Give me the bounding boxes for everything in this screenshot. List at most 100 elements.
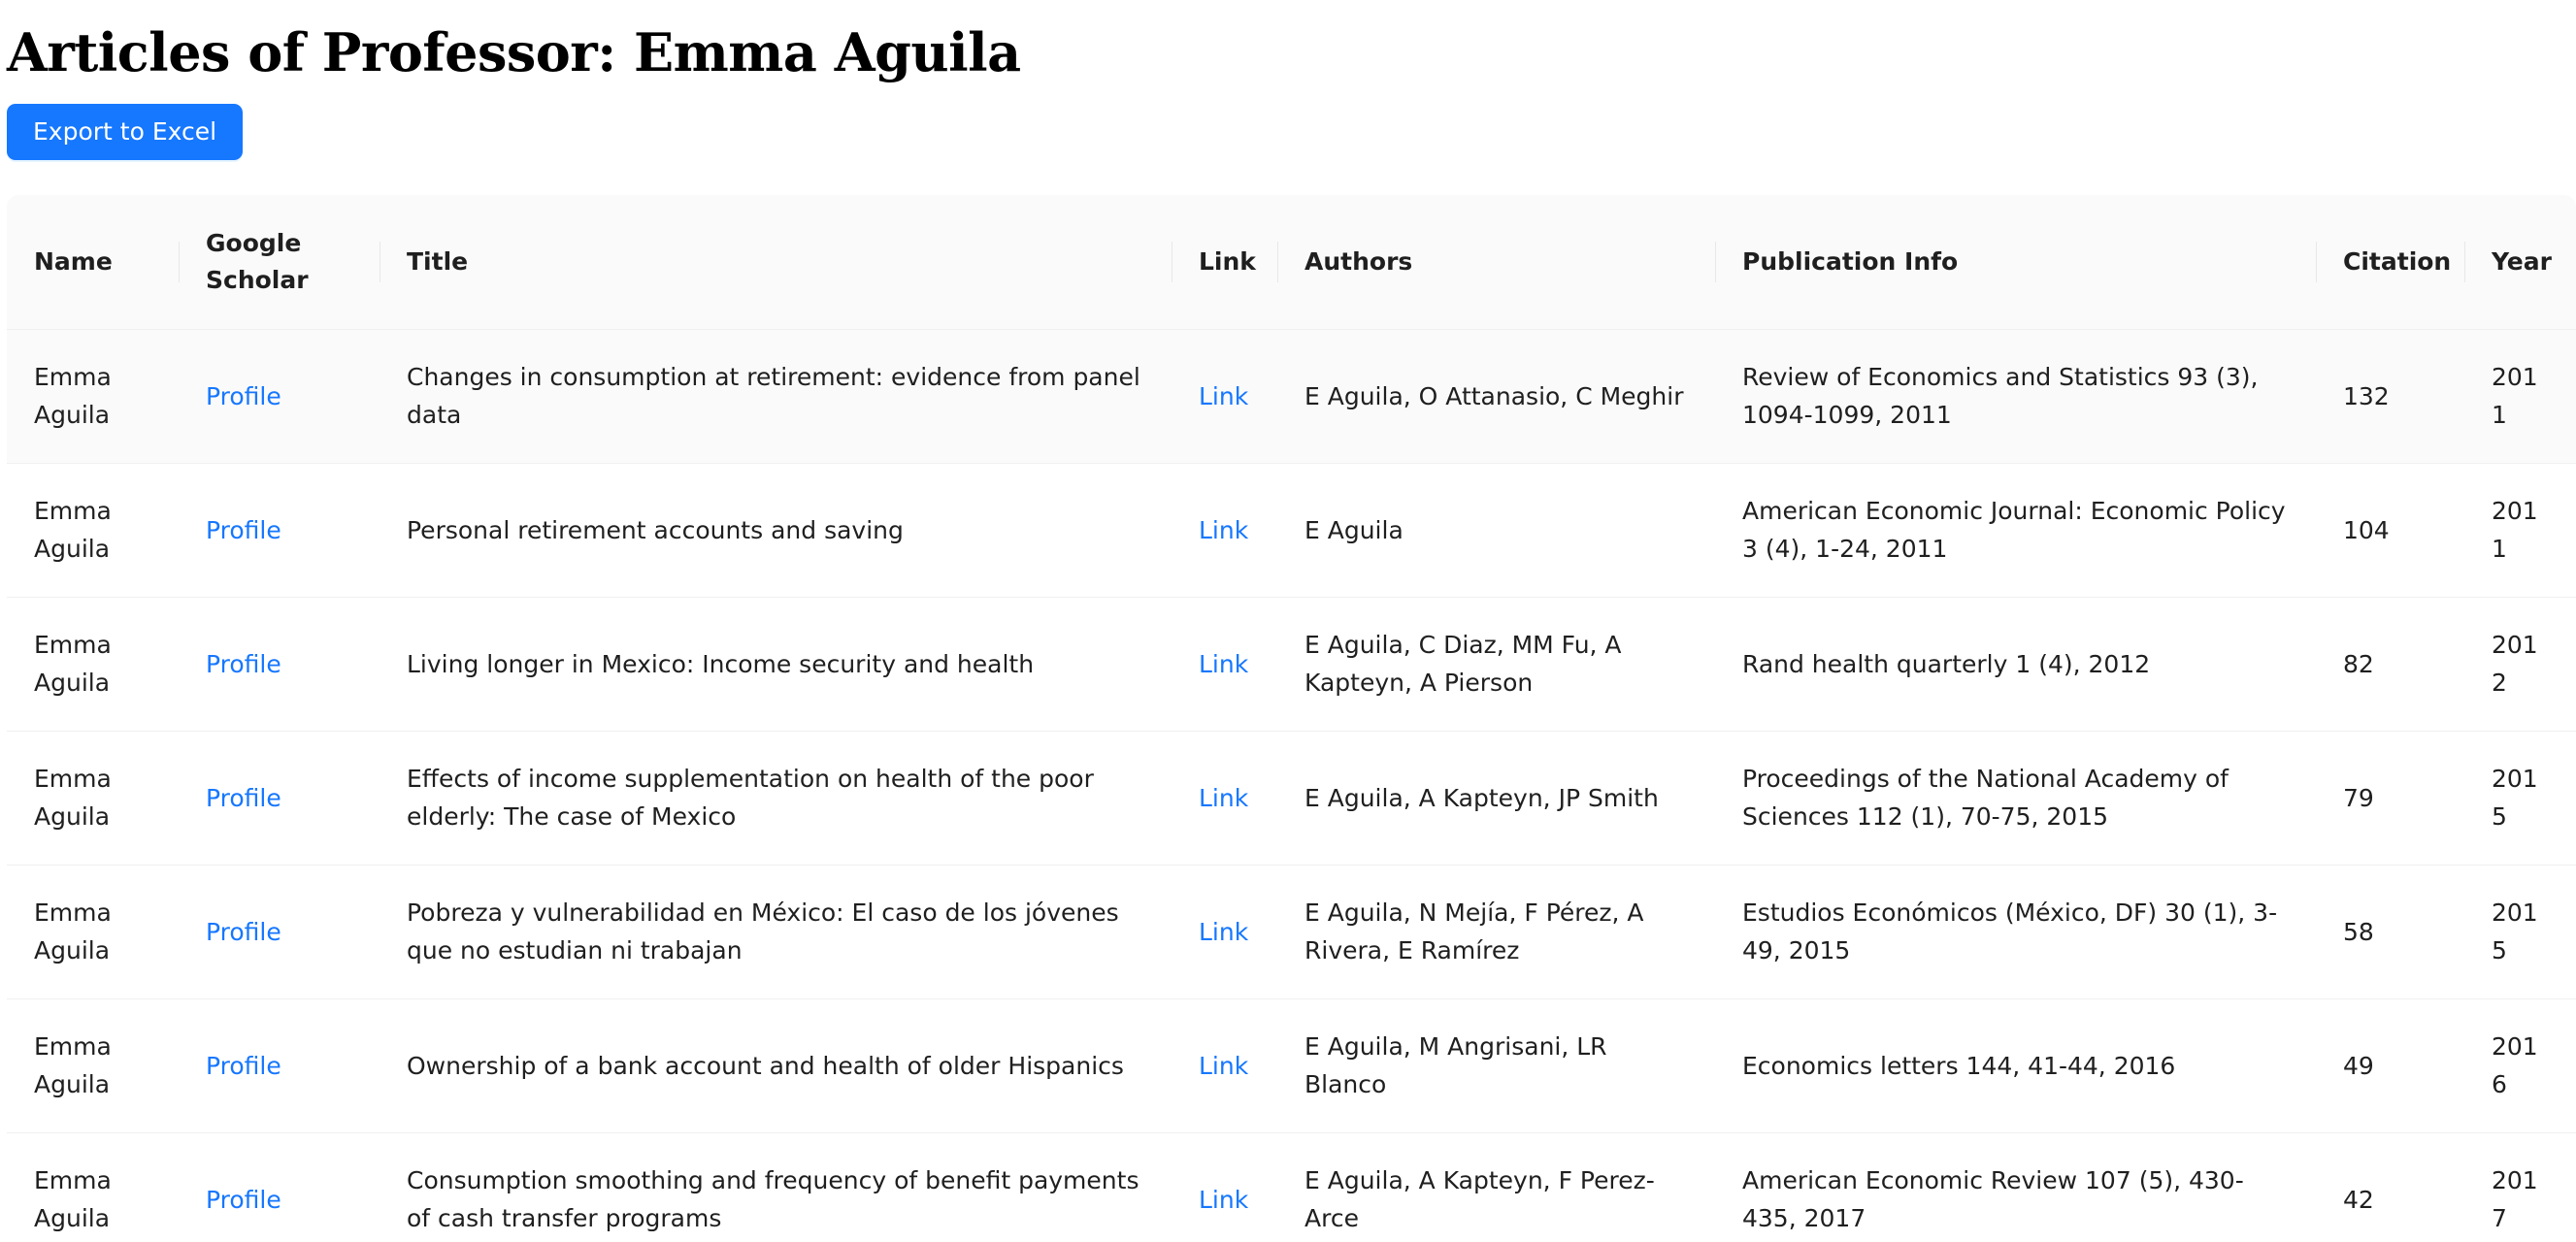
article-link[interactable]: Link [1199, 918, 1248, 946]
cell-publication-info: Estudios Económicos (México, DF) 30 (1),… [1742, 899, 2278, 964]
table-row: Emma Aguila Profile Effects of income supp… [7, 731, 2576, 866]
table-cell-name: Emma Aguila [7, 463, 179, 598]
cell-name: Emma Aguila [34, 631, 112, 697]
article-link[interactable]: Link [1199, 382, 1248, 410]
table-cell-pubinfo: Estudios Económicos (México, DF) 30 (1),… [1715, 865, 2316, 999]
cell-year: 2017 [2492, 1166, 2538, 1232]
table-row: Emma Aguila Profile Ownership of a bank ac… [7, 998, 2576, 1133]
cell-authors: E Aguila, O Attanasio, C Meghir [1305, 381, 1684, 410]
table-cell-title: Ownership of a bank account and health o… [380, 998, 1172, 1133]
table-cell-citation: 79 [2316, 731, 2464, 866]
table-cell-authors: E Aguila, M Angrisani, LR Blanco [1277, 998, 1715, 1133]
table-cell-pubinfo: American Economic Journal: Economic Poli… [1715, 463, 2316, 598]
column-header-citation: Citation [2316, 195, 2464, 330]
table-cell-scholar: Profile [179, 597, 380, 732]
table-header-row: Name Google Scholar Title Link Authors P… [7, 195, 2576, 330]
table-cell-year: 2011 [2464, 463, 2576, 598]
table-cell-pubinfo: Economics letters 144, 41-44, 2016 [1715, 998, 2316, 1133]
table-cell-title: Living longer in Mexico: Income security… [380, 597, 1172, 732]
cell-authors: E Aguila, A Kapteyn, F Perez-Arce [1305, 1166, 1655, 1232]
table-cell-title: Personal retirement accounts and saving [380, 463, 1172, 598]
column-header-name: Name [7, 195, 179, 330]
table-cell-link: Link [1172, 865, 1277, 999]
table-cell-year: 2017 [2464, 1132, 2576, 1242]
cell-name: Emma Aguila [34, 1032, 112, 1098]
column-header-title: Title [380, 195, 1172, 330]
table-cell-link: Link [1172, 329, 1277, 464]
cell-authors: E Aguila, C Diaz, MM Fu, A Kapteyn, A Pi… [1305, 631, 1622, 697]
table-cell-title: Changes in consumption at retirement: ev… [380, 329, 1172, 464]
article-link[interactable]: Link [1199, 1052, 1248, 1080]
column-header-google-scholar: Google Scholar [179, 195, 380, 330]
article-link[interactable]: Link [1199, 650, 1248, 678]
google-scholar-profile-link[interactable]: Profile [206, 918, 281, 946]
cell-title: Living longer in Mexico: Income security… [407, 649, 1035, 678]
table-cell-year: 2012 [2464, 597, 2576, 732]
cell-citation: 49 [2343, 1051, 2374, 1080]
cell-authors: E Aguila [1305, 515, 1404, 544]
google-scholar-profile-link[interactable]: Profile [206, 1186, 281, 1214]
column-header-authors: Authors [1277, 195, 1715, 330]
articles-table-container: Name Google Scholar Title Link Authors P… [7, 195, 2576, 1242]
cell-year: 2011 [2492, 363, 2538, 429]
export-to-excel-button[interactable]: Export to Excel [7, 104, 244, 160]
table-cell-name: Emma Aguila [7, 597, 179, 732]
cell-year: 2015 [2492, 899, 2538, 964]
google-scholar-profile-link[interactable]: Profile [206, 784, 281, 812]
cell-year: 2011 [2492, 497, 2538, 563]
table-cell-pubinfo: American Economic Review 107 (5), 430-43… [1715, 1132, 2316, 1242]
table-cell-scholar: Profile [179, 731, 380, 866]
cell-title: Effects of income supplementation on hea… [407, 765, 1094, 831]
table-cell-authors: E Aguila, A Kapteyn, F Perez-Arce [1277, 1132, 1715, 1242]
cell-name: Emma Aguila [34, 363, 112, 429]
column-header-publication-info: Publication Info [1715, 195, 2316, 330]
cell-publication-info: Proceedings of the National Academy of S… [1742, 765, 2229, 831]
articles-page: Articles of Professor: Emma Aguila Expor… [0, 0, 2576, 1242]
table-cell-link: Link [1172, 597, 1277, 732]
table-cell-authors: E Aguila, C Diaz, MM Fu, A Kapteyn, A Pi… [1277, 597, 1715, 732]
article-link[interactable]: Link [1199, 784, 1248, 812]
table-cell-name: Emma Aguila [7, 1132, 179, 1242]
table-cell-authors: E Aguila, A Kapteyn, JP Smith [1277, 731, 1715, 866]
cell-publication-info: American Economic Review 107 (5), 430-43… [1742, 1166, 2244, 1232]
article-link[interactable]: Link [1199, 516, 1248, 544]
table-cell-scholar: Profile [179, 998, 380, 1133]
google-scholar-profile-link[interactable]: Profile [206, 1052, 281, 1080]
table-cell-link: Link [1172, 1132, 1277, 1242]
cell-publication-info: Economics letters 144, 41-44, 2016 [1742, 1051, 2176, 1080]
table-cell-pubinfo: Proceedings of the National Academy of S… [1715, 731, 2316, 866]
table-cell-authors: E Aguila [1277, 463, 1715, 598]
table-cell-citation: 58 [2316, 865, 2464, 999]
table-cell-scholar: Profile [179, 463, 380, 598]
article-link[interactable]: Link [1199, 1186, 1248, 1214]
cell-citation: 132 [2343, 381, 2390, 410]
google-scholar-profile-link[interactable]: Profile [206, 650, 281, 678]
cell-authors: E Aguila, M Angrisani, LR Blanco [1305, 1032, 1607, 1098]
table-cell-citation: 104 [2316, 463, 2464, 598]
cell-citation: 104 [2343, 515, 2390, 544]
table-cell-year: 2011 [2464, 329, 2576, 464]
cell-publication-info: American Economic Journal: Economic Poli… [1742, 497, 2286, 563]
table-row: Emma Aguila Profile Consumption smoothing … [7, 1132, 2576, 1242]
table-cell-authors: E Aguila, O Attanasio, C Meghir [1277, 329, 1715, 464]
cell-title: Personal retirement accounts and saving [407, 515, 904, 544]
table-cell-scholar: Profile [179, 329, 380, 464]
table-cell-title: Pobreza y vulnerabilidad en México: El c… [380, 865, 1172, 999]
column-header-year: Year [2464, 195, 2576, 330]
table-cell-title: Effects of income supplementation on hea… [380, 731, 1172, 866]
cell-title: Ownership of a bank account and health o… [407, 1051, 1124, 1080]
table-cell-link: Link [1172, 998, 1277, 1133]
table-cell-citation: 132 [2316, 329, 2464, 464]
cell-year: 2016 [2492, 1032, 2538, 1098]
cell-year: 2015 [2492, 765, 2538, 831]
table-row: Emma Aguila Profile Changes in consumption… [7, 329, 2576, 464]
cell-citation: 42 [2343, 1185, 2374, 1214]
table-cell-scholar: Profile [179, 1132, 380, 1242]
google-scholar-profile-link[interactable]: Profile [206, 382, 281, 410]
table-cell-year: 2015 [2464, 865, 2576, 999]
cell-name: Emma Aguila [34, 497, 112, 563]
cell-publication-info: Review of Economics and Statistics 93 (3… [1742, 363, 2259, 429]
google-scholar-profile-link[interactable]: Profile [206, 516, 281, 544]
table-cell-link: Link [1172, 463, 1277, 598]
table-cell-link: Link [1172, 731, 1277, 866]
